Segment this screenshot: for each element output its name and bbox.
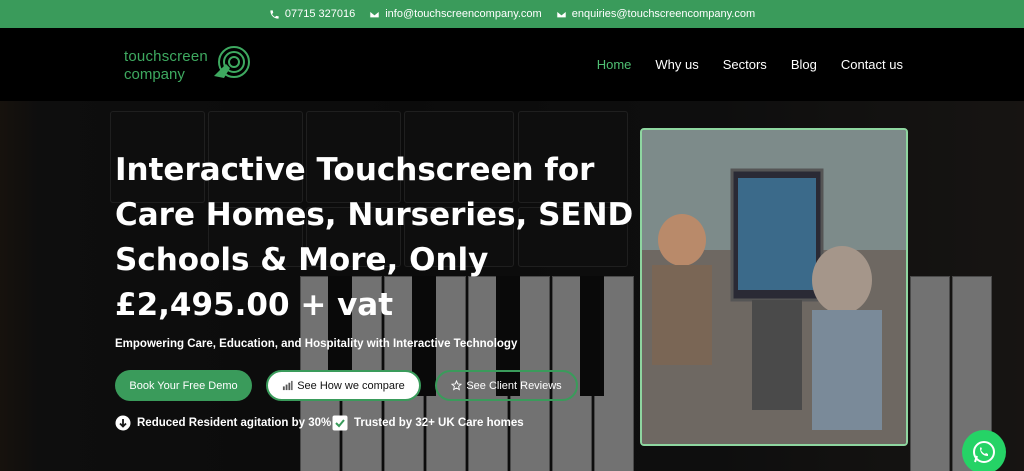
hero-photo — [640, 128, 908, 446]
see-compare-button[interactable]: See How we compare — [266, 370, 421, 401]
logo-text-line2: company — [124, 66, 185, 83]
feature-trusted: Trusted by 32+ UK Care homes — [332, 415, 524, 431]
checkbox-icon — [332, 415, 348, 431]
nav-blog[interactable]: Blog — [791, 57, 817, 72]
client-reviews-button[interactable]: See Client Reviews — [435, 370, 578, 401]
touch-hand-icon — [214, 46, 250, 78]
contact-bar: 07715 327016 info@touchscreencompany.com… — [0, 0, 1024, 28]
hero-photo-illustration — [642, 130, 906, 444]
nav-home[interactable]: Home — [597, 57, 632, 72]
info-email: info@touchscreencompany.com — [385, 8, 542, 20]
enquiries-email-link[interactable]: enquiries@touchscreencompany.com — [556, 8, 755, 20]
phone-link[interactable]: 07715 327016 — [269, 8, 355, 20]
whatsapp-icon — [973, 441, 995, 463]
main-nav: touchscreen company Home Why us Sectors … — [0, 28, 1024, 101]
nav-menu: Home Why us Sectors Blog Contact us — [597, 28, 903, 101]
info-email-link[interactable]: info@touchscreencompany.com — [369, 8, 542, 20]
envelope-icon — [556, 10, 567, 18]
nav-sectors[interactable]: Sectors — [723, 57, 767, 72]
envelope-icon — [369, 10, 380, 18]
star-icon — [451, 380, 463, 391]
book-demo-button[interactable]: Book Your Free Demo — [115, 370, 252, 401]
see-compare-label: See How we compare — [297, 379, 405, 392]
enquiries-email: enquiries@touchscreencompany.com — [571, 8, 756, 20]
phone-number: 07715 327016 — [284, 8, 356, 20]
phone-icon — [270, 9, 279, 19]
arrow-down-circle-icon — [115, 415, 131, 431]
feature-agitation: Reduced Resident agitation by 30% — [115, 415, 331, 431]
chart-icon — [283, 380, 293, 391]
hero-subtitle: Empowering Care, Education, and Hospital… — [115, 338, 518, 350]
nav-why-us[interactable]: Why us — [655, 57, 698, 72]
nav-contact-us[interactable]: Contact us — [841, 57, 903, 72]
feature-trusted-text: Trusted by 32+ UK Care homes — [354, 417, 524, 429]
logo-text-line1: touchscreen — [124, 48, 208, 65]
book-demo-label: Book Your Free Demo — [129, 379, 238, 392]
site-logo[interactable]: touchscreen company — [122, 44, 252, 86]
hero-title: Interactive Touchscreen for Care Homes, … — [115, 152, 634, 323]
whatsapp-button[interactable] — [962, 430, 1006, 471]
feature-agitation-text: Reduced Resident agitation by 30% — [137, 417, 332, 429]
client-reviews-label: See Client Reviews — [466, 379, 562, 392]
